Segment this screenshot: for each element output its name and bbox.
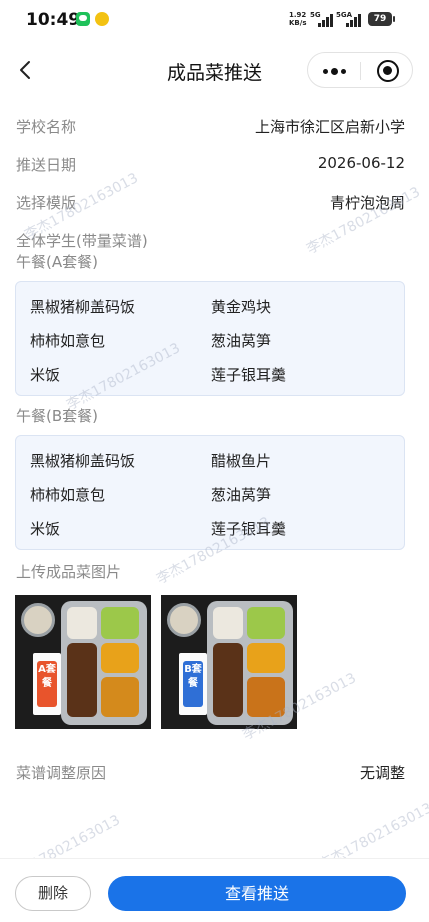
menu-item: 黑椒猪柳盖码饭 (30, 452, 136, 470)
soup-bowl (21, 603, 55, 637)
group-title: 全体学生(带量菜谱) (16, 232, 148, 250)
date-label: 推送日期 (16, 156, 77, 174)
school-row: 学校名称 上海市徐汇区启新小学 (16, 116, 405, 140)
meal-a-title: 午餐(A套餐) (16, 253, 98, 271)
network-speed: 1.92 KB/s (289, 11, 307, 27)
menu-item: 莲子银耳羹 (211, 520, 287, 538)
meal-a-photo[interactable]: A套餐 (15, 595, 151, 729)
menu-item: 莲子银耳羹 (211, 366, 287, 384)
battery-icon: 79 (368, 12, 395, 26)
template-value: 青柠泡泡周 (329, 194, 405, 212)
date-value: 2026-06-12 (317, 154, 405, 172)
delete-button[interactable]: 删除 (15, 876, 91, 911)
signal-2-icon (346, 13, 362, 27)
mini-program-capsule (307, 52, 413, 88)
signal-1-icon (318, 13, 334, 27)
adjust-row: 菜谱调整原因 无调整 (16, 762, 405, 786)
school-label: 学校名称 (16, 118, 77, 136)
bottom-action-bar: 删除 查看推送 (0, 858, 429, 922)
meal-card-label: A套餐 (37, 661, 57, 707)
meal-b-menu: 黑椒猪柳盖码饭 醋椒鱼片 柿柿如意包 葱油莴笋 米饭 莲子银耳羹 (15, 435, 405, 550)
status-bar: 10:49 1.92 KB/s 5G 5GA 79 (0, 0, 429, 40)
menu-item: 黑椒猪柳盖码饭 (30, 298, 136, 316)
menu-item: 柿柿如意包 (30, 486, 106, 504)
menu-item: 葱油莴笋 (211, 332, 272, 350)
template-row[interactable]: 选择模版 青柠泡泡周 (16, 192, 405, 216)
meal-card: B套餐 (179, 653, 207, 715)
app-notification-icon (95, 12, 109, 26)
menu-item: 醋椒鱼片 (211, 452, 272, 470)
soup-bowl (167, 603, 201, 637)
meal-card-label: B套餐 (183, 661, 203, 707)
food-tray (61, 601, 147, 725)
template-label: 选择模版 (16, 194, 77, 212)
capsule-divider (360, 62, 361, 80)
target-icon[interactable] (377, 60, 399, 82)
adjust-label: 菜谱调整原因 (16, 764, 107, 782)
menu-item: 葱油莴笋 (211, 486, 272, 504)
adjust-value: 无调整 (359, 764, 405, 782)
food-tray (207, 601, 293, 725)
view-push-button[interactable]: 查看推送 (108, 876, 406, 911)
menu-item: 米饭 (30, 366, 61, 384)
more-dots-icon[interactable] (321, 64, 349, 78)
menu-item: 米饭 (30, 520, 61, 538)
wechat-icon (76, 12, 90, 26)
meal-a-menu: 黑椒猪柳盖码饭 黄金鸡块 柿柿如意包 葱油莴笋 米饭 莲子银耳羹 (15, 281, 405, 396)
meal-card: A套餐 (33, 653, 61, 715)
status-time: 10:49 (26, 10, 81, 30)
upload-label: 上传成品菜图片 (16, 563, 122, 581)
menu-item: 黄金鸡块 (211, 298, 272, 316)
meal-b-photo[interactable]: B套餐 (161, 595, 297, 729)
navigation-bar: 成品菜推送 (0, 48, 429, 92)
date-row: 推送日期 2026-06-12 (16, 154, 405, 178)
menu-item: 柿柿如意包 (30, 332, 106, 350)
meal-b-title: 午餐(B套餐) (16, 407, 98, 425)
school-value: 上海市徐汇区启新小学 (254, 118, 405, 136)
